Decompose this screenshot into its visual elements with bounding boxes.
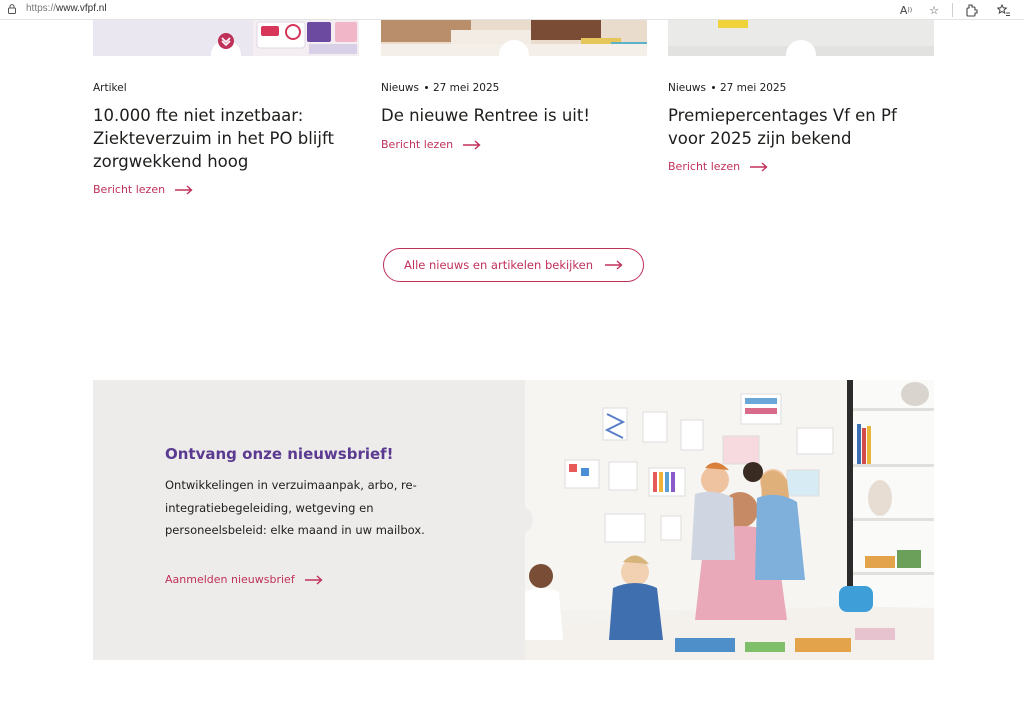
read-more-link[interactable]: Bericht lezen bbox=[381, 138, 481, 151]
url-field[interactable]: https://www.vfpf.nl bbox=[26, 3, 107, 14]
news-card-1: Artikel 10.000 fte niet inzetbaar: Ziekt… bbox=[93, 20, 359, 196]
newsletter-section: Ontvang onze nieuwsbrief! Ontwikkelingen… bbox=[93, 380, 934, 660]
card-category: Artikel bbox=[93, 82, 127, 94]
news-card-3: Nieuws 27 mei 2025 Premiepercentages Vf e… bbox=[668, 20, 934, 173]
card-image[interactable] bbox=[93, 20, 359, 56]
newsletter-signup-label: Aanmelden nieuwsbrief bbox=[165, 573, 295, 586]
all-news-button[interactable]: Alle nieuws en artikelen bekijken bbox=[383, 248, 644, 282]
read-more-link[interactable]: Bericht lezen bbox=[668, 160, 768, 173]
read-more-label: Bericht lezen bbox=[93, 183, 166, 196]
arrow-right-icon bbox=[463, 139, 481, 150]
card-meta: Artikel bbox=[93, 82, 127, 94]
read-more-label: Bericht lezen bbox=[668, 160, 741, 173]
card-category: Nieuws bbox=[668, 82, 706, 94]
card-date: 27 mei 2025 bbox=[719, 82, 787, 94]
newsletter-title: Ontvang onze nieuwsbrief! bbox=[165, 445, 394, 463]
all-news-label: Alle nieuws en artikelen bekijken bbox=[404, 258, 593, 272]
arrow-right-icon bbox=[750, 161, 768, 172]
newsletter-text: Ontwikkelingen in verzuimaanpak, arbo, r… bbox=[165, 478, 425, 537]
url-protocol: https:// bbox=[26, 3, 57, 14]
browser-address-bar: https://www.vfpf.nl A)) ☆ bbox=[0, 0, 1024, 20]
arrow-right-icon bbox=[304, 574, 323, 585]
brand-mark-icon bbox=[218, 33, 234, 49]
card-title[interactable]: De nieuwe Rentree is uit! bbox=[381, 104, 643, 127]
read-more-link[interactable]: Bericht lezen bbox=[93, 183, 193, 196]
card-image[interactable] bbox=[668, 20, 934, 56]
card-category: Nieuws bbox=[381, 82, 419, 94]
read-more-label: Bericht lezen bbox=[381, 138, 454, 151]
arrow-right-icon bbox=[175, 184, 193, 195]
card-date: 27 mei 2025 bbox=[432, 82, 500, 94]
card-title[interactable]: 10.000 fte niet inzetbaar: Ziekteverzuim… bbox=[93, 104, 355, 173]
favorite-star-icon[interactable]: ☆ bbox=[926, 2, 942, 18]
arrow-right-icon bbox=[604, 260, 623, 270]
newsletter-signup-link[interactable]: Aanmelden nieuwsbrief bbox=[165, 573, 323, 586]
meta-separator-dot bbox=[424, 85, 428, 89]
card-title[interactable]: Premiepercentages Vf en Pf voor 2025 zij… bbox=[668, 104, 918, 150]
extensions-icon[interactable] bbox=[963, 2, 979, 18]
newsletter-photo bbox=[525, 380, 934, 660]
url-host: www.vfpf.nl bbox=[56, 3, 107, 14]
meta-separator-dot bbox=[711, 85, 715, 89]
card-meta: Nieuws 27 mei 2025 bbox=[381, 82, 499, 94]
favorites-list-icon[interactable] bbox=[996, 2, 1012, 18]
toolbar-divider bbox=[952, 3, 953, 17]
lock-icon[interactable] bbox=[8, 4, 16, 14]
card-meta: Nieuws 27 mei 2025 bbox=[668, 82, 786, 94]
card-image[interactable] bbox=[381, 20, 647, 56]
news-card-2: Nieuws 27 mei 2025 De nieuwe Rentree is u… bbox=[381, 20, 647, 151]
read-aloud-icon[interactable]: A)) bbox=[898, 2, 914, 18]
